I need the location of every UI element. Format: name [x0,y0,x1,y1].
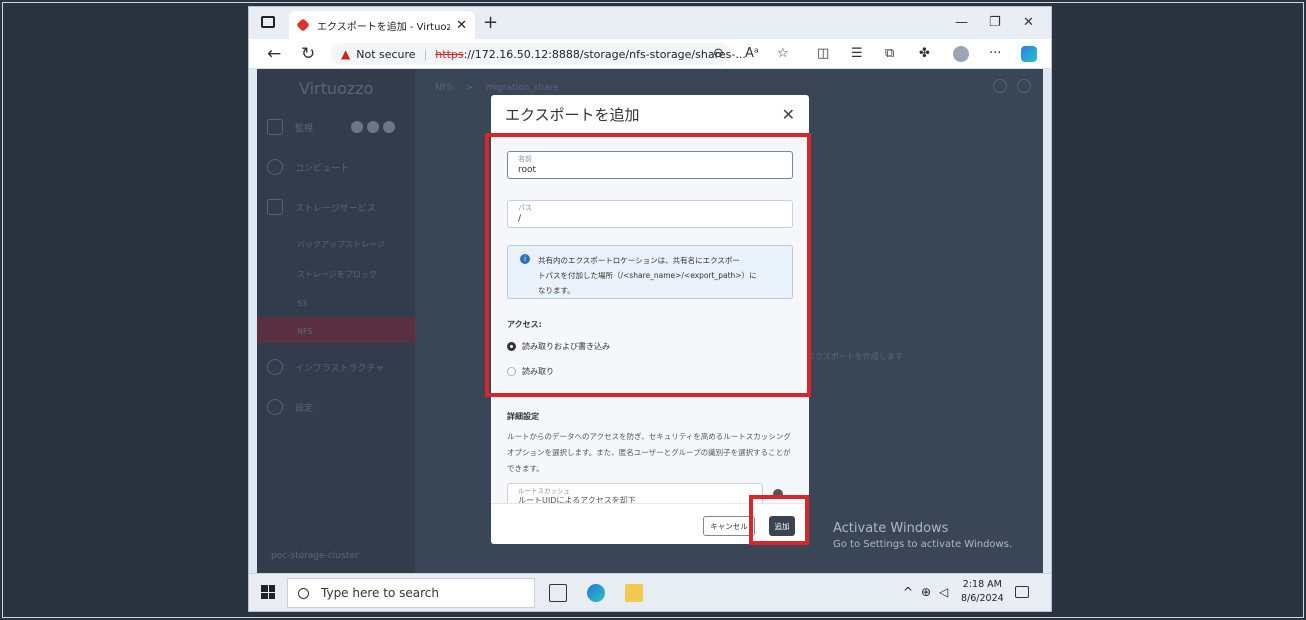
cancel-button[interactable]: キャンセル [703,516,755,536]
collections-icon[interactable]: ⧉ [885,46,894,61]
sidebar-item-monitoring[interactable]: 監視 [267,119,396,135]
network-icon [267,359,283,375]
browser-tab[interactable]: エクスポートを追加 - Virtuozzo Hyb ✕ [289,11,475,39]
restore-icon[interactable]: ❐ [989,15,1001,30]
dialog-close-icon[interactable]: ✕ [782,105,795,124]
sidebar-item-s3[interactable]: S3 [297,299,307,308]
sidebar-item-settings[interactable]: 設定 [267,399,313,415]
sidebar-item-label: 監視 [295,123,314,134]
favorite-icon[interactable]: ☆ [777,46,789,61]
watermark-subtitle: Go to Settings to activate Windows. [833,539,1013,550]
windows-start-icon[interactable] [261,585,275,599]
advanced-description: ルートからのデータへのアクセスを防ぎ、セキュリティを高めるルートスカッシングオプ… [507,432,791,473]
clock-date: 8/6/2024 [961,593,1004,604]
sidebar-item-label: ストレージサービス [295,203,376,214]
highlight-add-button [749,495,809,545]
tray-chevron-icon[interactable]: ^ [903,585,913,599]
tab-title: エクスポートを追加 - Virtuozzo Hyb [317,21,451,33]
vm-window: エクスポートを追加 - Virtuozzo Hyb ✕ + — ❐ ✕ ← ↻ … [248,6,1052,612]
network-tray-icon[interactable]: ⊕ [921,585,931,599]
notifications-icon[interactable] [993,79,1007,93]
monitor-icon [267,119,283,135]
zoom-icon[interactable]: ⊖ [713,46,724,61]
cluster-name: poc-storage-cluster [271,551,359,561]
notification-icon[interactable] [1015,586,1029,598]
taskbar-clock[interactable]: 2:18 AM 8/6/2024 [961,578,1004,606]
header-icons [983,79,1031,93]
sidebar-item-compute[interactable]: コンピュート [267,159,349,175]
sidebar-item-storage-services[interactable]: ストレージサービス [267,199,376,215]
split-screen-icon[interactable]: ◫ [817,46,829,61]
breadcrumb-current: migration_share [485,83,559,93]
refresh-icon[interactable]: ↻ [301,44,315,64]
edge-icon[interactable] [587,584,605,602]
window-close-icon[interactable]: ✕ [1023,15,1034,30]
copilot-icon[interactable] [1021,46,1037,66]
new-tab-icon[interactable]: + [483,12,498,33]
search-placeholder: Type here to search [321,586,439,600]
url-text: ://172.16.50.12:8888/storage/nfs-storage… [463,47,746,61]
back-icon[interactable]: ← [267,44,281,64]
browser-toolbar: ← ↻ ▲ Not secure | https ://172.16.50.12… [249,39,1051,69]
sidebar-item-block-storage[interactable]: ストレージをブロック [297,269,377,280]
read-aloud-icon[interactable]: Aᵃ [745,46,759,61]
brand-logo: Virtuozzo [299,79,374,98]
virtuozzo-logo-icon [296,18,310,32]
breadcrumb-root[interactable]: NFS [435,83,452,93]
file-explorer-icon[interactable] [625,584,643,602]
minimize-icon[interactable]: — [955,15,968,30]
root-squash-select[interactable]: ルートスカッシュ ルートUIDによるアクセスを却下 [507,483,763,503]
url-scheme: https [435,47,464,61]
warning-icon: ▲ [341,47,351,61]
sidebar-item-backup-storage[interactable]: バックアップストレージ [297,239,385,250]
sidebar-item-label: 設定 [295,403,314,414]
sidebar-item-nfs[interactable]: NFS [297,327,313,336]
url-separator: | [423,47,428,61]
user-icon[interactable] [1017,79,1031,93]
sidebar: Virtuozzo 監視 コンピュート ストレージサービス バックアップストレー… [257,69,415,573]
taskbar-search[interactable]: Type here to search [287,578,535,608]
highlight-form-area [485,133,811,397]
activate-windows-watermark: Activate Windows Go to Settings to activ… [833,521,1012,550]
root-squash-value: ルートUIDによるアクセスを却下 [518,496,636,503]
tab-actions-icon[interactable] [261,16,275,28]
more-icon[interactable]: ··· [989,46,1001,61]
dialog-header: エクスポートを追加 ✕ [491,95,809,135]
breadcrumb-separator: > [465,83,473,93]
advanced-title: 詳細設定 [507,412,539,421]
address-bar[interactable]: ▲ Not secure | https ://172.16.50.12:888… [331,43,746,65]
grid-icon [267,199,283,215]
sidebar-active-highlight [257,317,415,343]
breadcrumb: NFS > migration_share [435,83,559,93]
tab-close-icon[interactable]: ✕ [456,18,467,33]
security-label: Not secure [356,47,416,61]
favorites-list-icon[interactable]: ☰ [851,46,863,61]
windows-taskbar: Type here to search ^ ⊕ ◁ 2:18 AM 8/6/20… [249,573,1051,611]
sidebar-item-label: コンピュート [295,163,350,174]
search-icon [298,587,309,599]
watermark-title: Activate Windows [833,521,949,536]
task-view-icon[interactable] [549,584,567,602]
volume-icon[interactable]: ◁ [939,585,948,599]
cube-icon [267,159,283,175]
status-badges [347,121,396,133]
background-hint: エクスポートを作成します [807,352,903,361]
browser-tabbar: エクスポートを追加 - Virtuozzo Hyb ✕ + — ❐ ✕ [249,7,1051,39]
root-squash-label: ルートスカッシュ [518,487,570,495]
sidebar-item-label: インフラストラクチャ [295,363,385,374]
extensions-icon[interactable]: ✤ [919,46,930,61]
profile-avatar[interactable] [953,46,969,66]
gear-icon [267,399,283,415]
clock-time: 2:18 AM [962,579,1002,590]
dialog-title: エクスポートを追加 [505,106,640,124]
sidebar-item-infrastructure[interactable]: インフラストラクチャ [267,359,384,375]
